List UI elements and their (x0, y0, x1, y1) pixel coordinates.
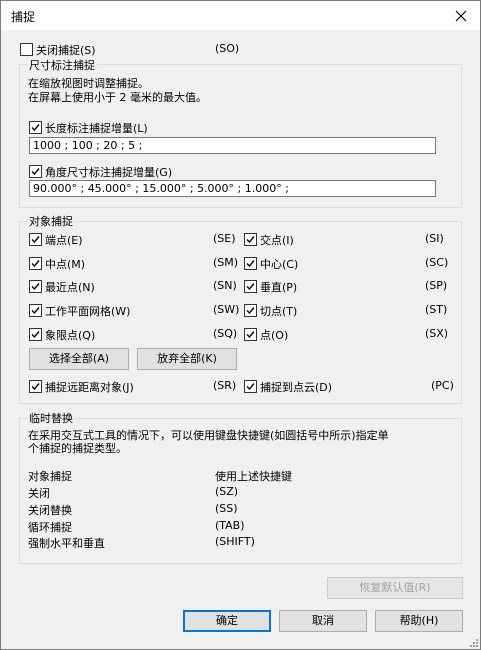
workplane-grid-checkbox[interactable] (29, 304, 42, 317)
override-name: 强制水平和垂直 (28, 537, 105, 550)
object-snap-title: 对象捕捉 (27, 213, 75, 229)
dimension-desc-line2: 在屏幕上使用小于 2 毫米的最大值。 (28, 91, 207, 104)
nearest-label: 最近点(N) (45, 281, 95, 294)
window-title: 捕捉 (11, 10, 36, 24)
perpendicular-checkbox[interactable] (244, 280, 257, 293)
override-key: (SHIFT) (215, 535, 255, 548)
center-label: 中心(C) (260, 258, 299, 271)
point-label: 点(O) (260, 329, 289, 342)
workplane-grid-label: 工作平面网格(W) (45, 305, 131, 318)
checkmark-icon (246, 331, 255, 339)
intersection-shortcut: (SI) (425, 232, 444, 245)
tangent-label: 切点(T) (260, 305, 298, 318)
remote-snap-shortcut: (SR) (213, 379, 237, 392)
quadrant-checkbox[interactable] (29, 328, 42, 341)
center-checkbox[interactable] (244, 257, 257, 270)
pointcloud-snap-shortcut: (PC) (431, 379, 454, 392)
checkmark-icon (246, 236, 255, 244)
clear-all-button[interactable]: 放弃全部(K) (137, 348, 237, 370)
intersection-checkbox[interactable] (244, 233, 257, 246)
workplane-grid-shortcut: (SW) (213, 303, 240, 316)
nearest-shortcut: (SN) (213, 279, 237, 292)
override-name: 关闭替换 (28, 504, 72, 517)
angle-snap-checkbox[interactable] (29, 165, 42, 178)
checkmark-icon (31, 124, 40, 132)
override-key: 使用上述快捷键 (215, 470, 292, 483)
checkmark-icon (31, 260, 40, 268)
checkmark-icon (31, 168, 40, 176)
endpoint-checkbox[interactable] (29, 233, 42, 246)
length-snap-label: 长度标注捕捉增量(L) (45, 122, 148, 135)
pointcloud-snap-checkbox[interactable] (244, 380, 257, 393)
override-name: 循环捕捉 (28, 521, 72, 534)
angle-snap-input[interactable]: 90.000° ; 45.000° ; 15.000° ; 5.000° ; 1… (29, 180, 436, 197)
checkmark-icon (246, 307, 255, 315)
checkmark-icon (246, 260, 255, 268)
angle-snap-label: 角度尺寸标注捕捉增量(G) (45, 166, 173, 179)
tangent-checkbox[interactable] (244, 304, 257, 317)
override-key: (SS) (215, 502, 238, 515)
quadrant-label: 象限点(Q) (45, 329, 96, 342)
tangent-shortcut: (ST) (425, 303, 448, 316)
temporary-override-title: 临时替换 (27, 410, 75, 426)
ok-button[interactable]: 确定 (183, 610, 271, 632)
override-name: 对象捕捉 (28, 470, 72, 483)
point-checkbox[interactable] (244, 328, 257, 341)
checkmark-icon (31, 383, 40, 391)
select-all-button[interactable]: 选择全部(A) (29, 348, 129, 370)
restore-defaults-button[interactable]: 恢复默认值(R) (327, 577, 463, 599)
override-key: (SZ) (215, 485, 239, 498)
title-bar: 捕捉 (1, 1, 480, 30)
intersection-label: 交点(I) (260, 234, 294, 247)
help-button[interactable]: 帮助(H) (375, 610, 463, 632)
checkmark-icon (31, 283, 40, 291)
checkmark-icon (31, 307, 40, 315)
checkmark-icon (246, 283, 255, 291)
override-name: 关闭 (28, 487, 50, 500)
midpoint-label: 中点(M) (45, 258, 86, 271)
nearest-checkbox[interactable] (29, 280, 42, 293)
close-button[interactable] (450, 5, 472, 27)
override-key: (TAB) (215, 519, 245, 532)
point-shortcut: (SX) (425, 327, 449, 340)
remote-snap-label: 捕捉远距离对象(J) (45, 381, 134, 394)
checkmark-icon (31, 236, 40, 244)
override-desc-line2: 个捕捉的捕捉类型。 (28, 442, 127, 455)
close-snap-checkbox[interactable] (20, 43, 33, 56)
checkmark-icon (31, 331, 40, 339)
midpoint-checkbox[interactable] (29, 257, 42, 270)
endpoint-label: 端点(E) (45, 234, 83, 247)
resize-grip-icon[interactable] (468, 637, 478, 647)
remote-snap-checkbox[interactable] (29, 380, 42, 393)
close-icon (455, 10, 467, 22)
endpoint-shortcut: (SE) (213, 232, 236, 245)
perpendicular-label: 垂直(P) (260, 281, 298, 294)
checkmark-icon (246, 383, 255, 391)
length-snap-input[interactable]: 1000 ; 100 ; 20 ; 5 ; (29, 137, 436, 154)
center-shortcut: (SC) (425, 256, 449, 269)
cancel-button[interactable]: 取消 (279, 610, 367, 632)
dimension-snap-title: 尺寸标注捕捉 (27, 57, 97, 73)
midpoint-shortcut: (SM) (213, 256, 239, 269)
quadrant-shortcut: (SQ) (213, 327, 238, 340)
pointcloud-snap-label: 捕捉到点云(D) (260, 381, 333, 394)
length-snap-checkbox[interactable] (29, 121, 42, 134)
close-snap-shortcut: (SO) (215, 42, 240, 55)
close-snap-label: 关闭捕捉(S) (36, 44, 96, 57)
perpendicular-shortcut: (SP) (425, 279, 448, 292)
